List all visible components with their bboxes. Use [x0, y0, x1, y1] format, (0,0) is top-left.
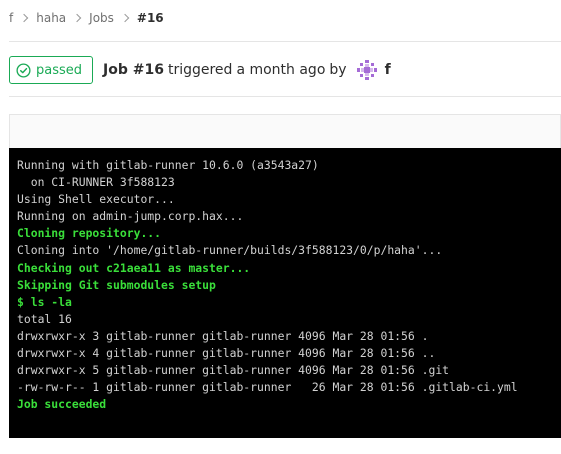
avatar[interactable]: [356, 60, 377, 80]
triggered-text: triggered: [167, 62, 233, 78]
log-line: Running with gitlab-runner 10.6.0 (a3543…: [17, 158, 319, 172]
by-text: by: [329, 62, 347, 78]
log-line: Checking out c21aea11 as master...: [17, 260, 251, 275]
status-label: passed: [36, 62, 83, 78]
log-line: Skipping Git submodules setup: [17, 277, 216, 292]
log-line: $ ls -la: [17, 294, 72, 309]
log-line: Job succeeded: [17, 397, 107, 412]
job-id: Job #16: [103, 62, 164, 78]
time-ago: a month ago: [236, 62, 326, 78]
breadcrumb-item-project[interactable]: haha: [36, 11, 66, 25]
log-line: drwxrwxr-x 3 gitlab-runner gitlab-runner…: [17, 328, 429, 343]
chevron-right-icon: [72, 13, 82, 23]
chevron-right-icon: [19, 13, 29, 23]
log-line: Running on admin-jump.corp.hax...: [17, 209, 244, 224]
breadcrumb-item-jobs[interactable]: Jobs: [89, 11, 114, 25]
chevron-right-icon: [120, 13, 130, 23]
job-page: f haha Jobs #16 passed Job #16 triggered…: [0, 0, 561, 454]
log-line: Cloning into '/home/gitlab-runner/builds…: [17, 243, 443, 258]
job-header: passed Job #16 triggered a month ago by: [9, 56, 391, 84]
check-circle-icon: [16, 62, 31, 78]
log-line: total 16: [17, 311, 72, 326]
job-info: Job #16 triggered a month ago by f: [103, 60, 391, 80]
breadcrumb-item-group[interactable]: f: [9, 11, 13, 25]
log-line: drwxrwxr-x 5 gitlab-runner gitlab-runner…: [17, 363, 450, 378]
log-line: on CI-RUNNER 3f588123: [17, 175, 175, 190]
log-top-bar: [9, 114, 561, 148]
status-badge[interactable]: passed: [9, 56, 94, 84]
log-line: Cloning repository...: [17, 226, 162, 241]
breadcrumb-item-job[interactable]: #16: [137, 11, 164, 25]
log-line: Using Shell executor...: [17, 192, 175, 207]
header-divider: [9, 96, 561, 97]
user-link[interactable]: f: [385, 62, 391, 78]
breadcrumb: f haha Jobs #16: [9, 9, 164, 27]
breadcrumb-divider: [9, 41, 561, 42]
log-line: -rw-rw-r-- 1 gitlab-runner gitlab-runner…: [17, 380, 518, 395]
job-log: Running with gitlab-runner 10.6.0 (a3543…: [9, 148, 561, 438]
log-line: drwxrwxr-x 4 gitlab-runner gitlab-runner…: [17, 346, 436, 361]
